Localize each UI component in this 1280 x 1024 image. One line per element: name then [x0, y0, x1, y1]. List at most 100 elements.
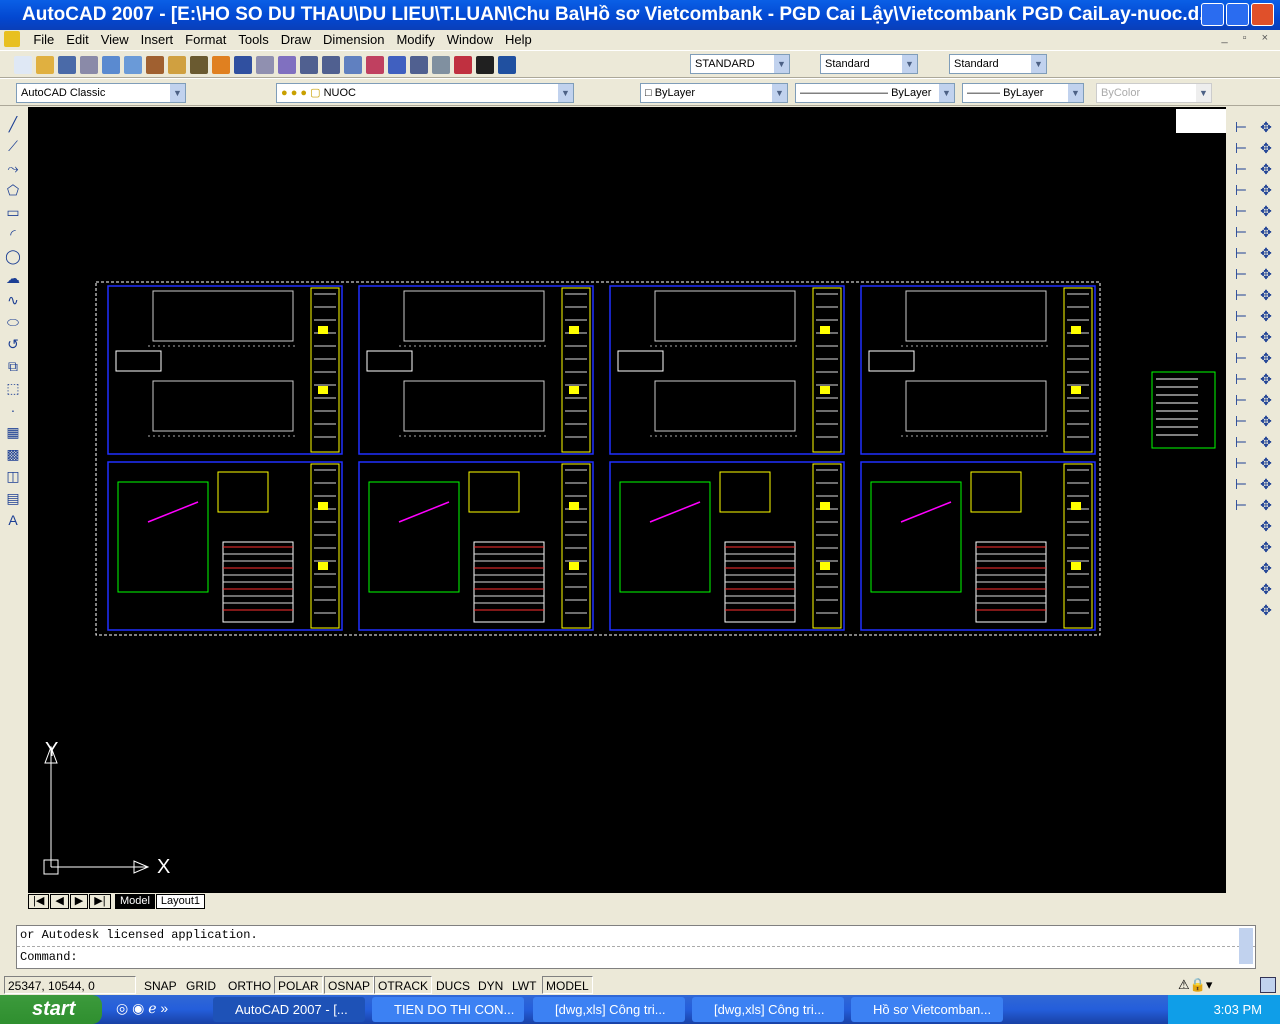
drawing-canvas[interactable]: Y X [28, 107, 1226, 893]
menu-insert[interactable]: Insert [135, 30, 180, 50]
draw-tool-icon[interactable]: ▦ [5, 424, 21, 440]
taskbar-item[interactable]: [dwg,xls] Công tri... [692, 997, 844, 1022]
restore-button[interactable] [1226, 3, 1249, 26]
menu-tools[interactable]: Tools [232, 30, 274, 50]
modify-tool-icon[interactable]: ✥ [1258, 287, 1274, 303]
taskbar-item[interactable]: Hồ sơ Vietcomban... [851, 997, 1003, 1022]
taskbar-item[interactable]: AutoCAD 2007 - [... [213, 997, 365, 1022]
draw-tool-icon[interactable]: ╱ [5, 116, 21, 132]
draw-tool-icon[interactable]: ⤳ [5, 160, 21, 176]
modify-tool-icon[interactable]: ✥ [1258, 203, 1274, 219]
dimension-tool-icon[interactable]: ⊢ [1233, 161, 1249, 177]
dimension-tool-icon[interactable]: ⊢ [1233, 245, 1249, 261]
toolbar-icon[interactable] [190, 56, 208, 74]
toolbar-icon[interactable] [124, 56, 142, 74]
toolbar-icon[interactable] [14, 56, 32, 74]
draw-tool-icon[interactable]: ▩ [5, 446, 21, 462]
menu-edit[interactable]: Edit [60, 30, 94, 50]
toggle-snap[interactable]: SNAP [140, 976, 181, 994]
command-window[interactable]: or Autodesk licensed application. Comman… [16, 925, 1256, 969]
dimension-tool-icon[interactable]: ⊢ [1233, 266, 1249, 282]
dimension-tool-icon[interactable]: ⊢ [1233, 203, 1249, 219]
close-button[interactable] [1251, 3, 1274, 26]
modify-tool-icon[interactable]: ✥ [1258, 581, 1274, 597]
tab-nav-last[interactable]: ▶| [89, 894, 111, 909]
modify-tool-icon[interactable]: ✥ [1258, 518, 1274, 534]
menu-file[interactable]: File [27, 30, 60, 50]
toggle-ortho[interactable]: ORTHO [224, 976, 276, 994]
menu-modify[interactable]: Modify [390, 30, 440, 50]
dimension-tool-icon[interactable]: ⊢ [1233, 413, 1249, 429]
tab-layout1[interactable]: Layout1 [155, 894, 206, 909]
draw-tool-icon[interactable]: ▤ [5, 490, 21, 506]
lineweight-select[interactable]: ——— ByLayer ▼ [962, 83, 1084, 103]
modify-tool-icon[interactable]: ✥ [1258, 392, 1274, 408]
dimension-tool-icon[interactable]: ⊢ [1233, 308, 1249, 324]
color-select[interactable]: □ ByLayer ▼ [640, 83, 788, 103]
toggle-model[interactable]: MODEL [542, 976, 593, 994]
toolbar-icon[interactable] [454, 56, 472, 74]
draw-tool-icon[interactable]: ◯ [5, 248, 21, 264]
toolbar-icon[interactable] [80, 56, 98, 74]
modify-tool-icon[interactable]: ✥ [1258, 413, 1274, 429]
menu-dimension[interactable]: Dimension [317, 30, 390, 50]
toggle-grid[interactable]: GRID [182, 976, 220, 994]
command-prompt[interactable]: Command: [17, 947, 1255, 967]
draw-tool-icon[interactable]: ↺ [5, 336, 21, 352]
coordinates-readout[interactable]: 25347, 10544, 0 [4, 976, 136, 994]
tab-model[interactable]: Model [114, 894, 155, 909]
modify-tool-icon[interactable]: ✥ [1258, 161, 1274, 177]
toolbar-icon[interactable] [212, 56, 230, 74]
toolbar-icon[interactable] [146, 56, 164, 74]
dim-style-select[interactable]: Standard ▼ [820, 54, 918, 74]
doc-window-controls[interactable]: _ ▫ × [1221, 32, 1274, 44]
modify-tool-icon[interactable]: ✥ [1258, 539, 1274, 555]
dimension-tool-icon[interactable]: ⊢ [1233, 224, 1249, 240]
dimension-tool-icon[interactable]: ⊢ [1233, 287, 1249, 303]
modify-tool-icon[interactable]: ✥ [1258, 266, 1274, 282]
dimension-tool-icon[interactable]: ⊢ [1233, 455, 1249, 471]
dimension-tool-icon[interactable]: ⊢ [1233, 182, 1249, 198]
modify-tool-icon[interactable]: ✥ [1258, 560, 1274, 576]
draw-tool-icon[interactable]: · [5, 402, 21, 418]
taskbar-item[interactable]: [dwg,xls] Công tri... [533, 997, 685, 1022]
app-icon[interactable] [4, 31, 20, 47]
modify-tool-icon[interactable]: ✥ [1258, 350, 1274, 366]
start-button[interactable]: start [0, 995, 102, 1024]
toggle-osnap[interactable]: OSNAP [324, 976, 375, 994]
modify-tool-icon[interactable]: ✥ [1258, 245, 1274, 261]
tray-status-icons[interactable]: ⚠🔒▾ [1178, 977, 1212, 993]
toolbar-icon[interactable] [432, 56, 450, 74]
draw-tool-icon[interactable]: ▭ [5, 204, 21, 220]
taskbar-item[interactable]: TIEN DO THI CON... [372, 997, 524, 1022]
dimension-tool-icon[interactable]: ⊢ [1233, 350, 1249, 366]
draw-tool-icon[interactable]: ∿ [5, 292, 21, 308]
toolbar-icon[interactable] [102, 56, 120, 74]
dimension-tool-icon[interactable]: ⊢ [1233, 497, 1249, 513]
draw-tool-icon[interactable]: A [5, 512, 21, 528]
draw-tool-icon[interactable]: ◫ [5, 468, 21, 484]
toggle-otrack[interactable]: OTRACK [374, 976, 433, 994]
modify-tool-icon[interactable]: ✥ [1258, 371, 1274, 387]
dimension-tool-icon[interactable]: ⊢ [1233, 119, 1249, 135]
toggle-ducs[interactable]: DUCS [432, 976, 475, 994]
dimension-tool-icon[interactable]: ⊢ [1233, 140, 1249, 156]
modify-tool-icon[interactable]: ✥ [1258, 476, 1274, 492]
workspace-select[interactable]: AutoCAD Classic ▼ [16, 83, 186, 103]
dimension-tool-icon[interactable]: ⊢ [1233, 434, 1249, 450]
text-style-select[interactable]: STANDARD ▼ [690, 54, 790, 74]
toolbar-icon[interactable] [58, 56, 76, 74]
table-style-select[interactable]: Standard ▼ [949, 54, 1047, 74]
dimension-tool-icon[interactable]: ⊢ [1233, 329, 1249, 345]
modify-tool-icon[interactable]: ✥ [1258, 140, 1274, 156]
toolbar-icon[interactable] [344, 56, 362, 74]
toolbar-icon[interactable] [476, 56, 494, 74]
toggle-polar[interactable]: POLAR [274, 976, 323, 994]
toolbar-icon[interactable] [36, 56, 54, 74]
toolbar-icon[interactable] [498, 56, 516, 74]
draw-tool-icon[interactable]: ⬠ [5, 182, 21, 198]
modify-tool-icon[interactable]: ✥ [1258, 434, 1274, 450]
toolbar-icon[interactable] [388, 56, 406, 74]
tab-nav-prev[interactable]: ◀ [50, 894, 69, 909]
clean-screen-icon[interactable] [1260, 977, 1276, 993]
